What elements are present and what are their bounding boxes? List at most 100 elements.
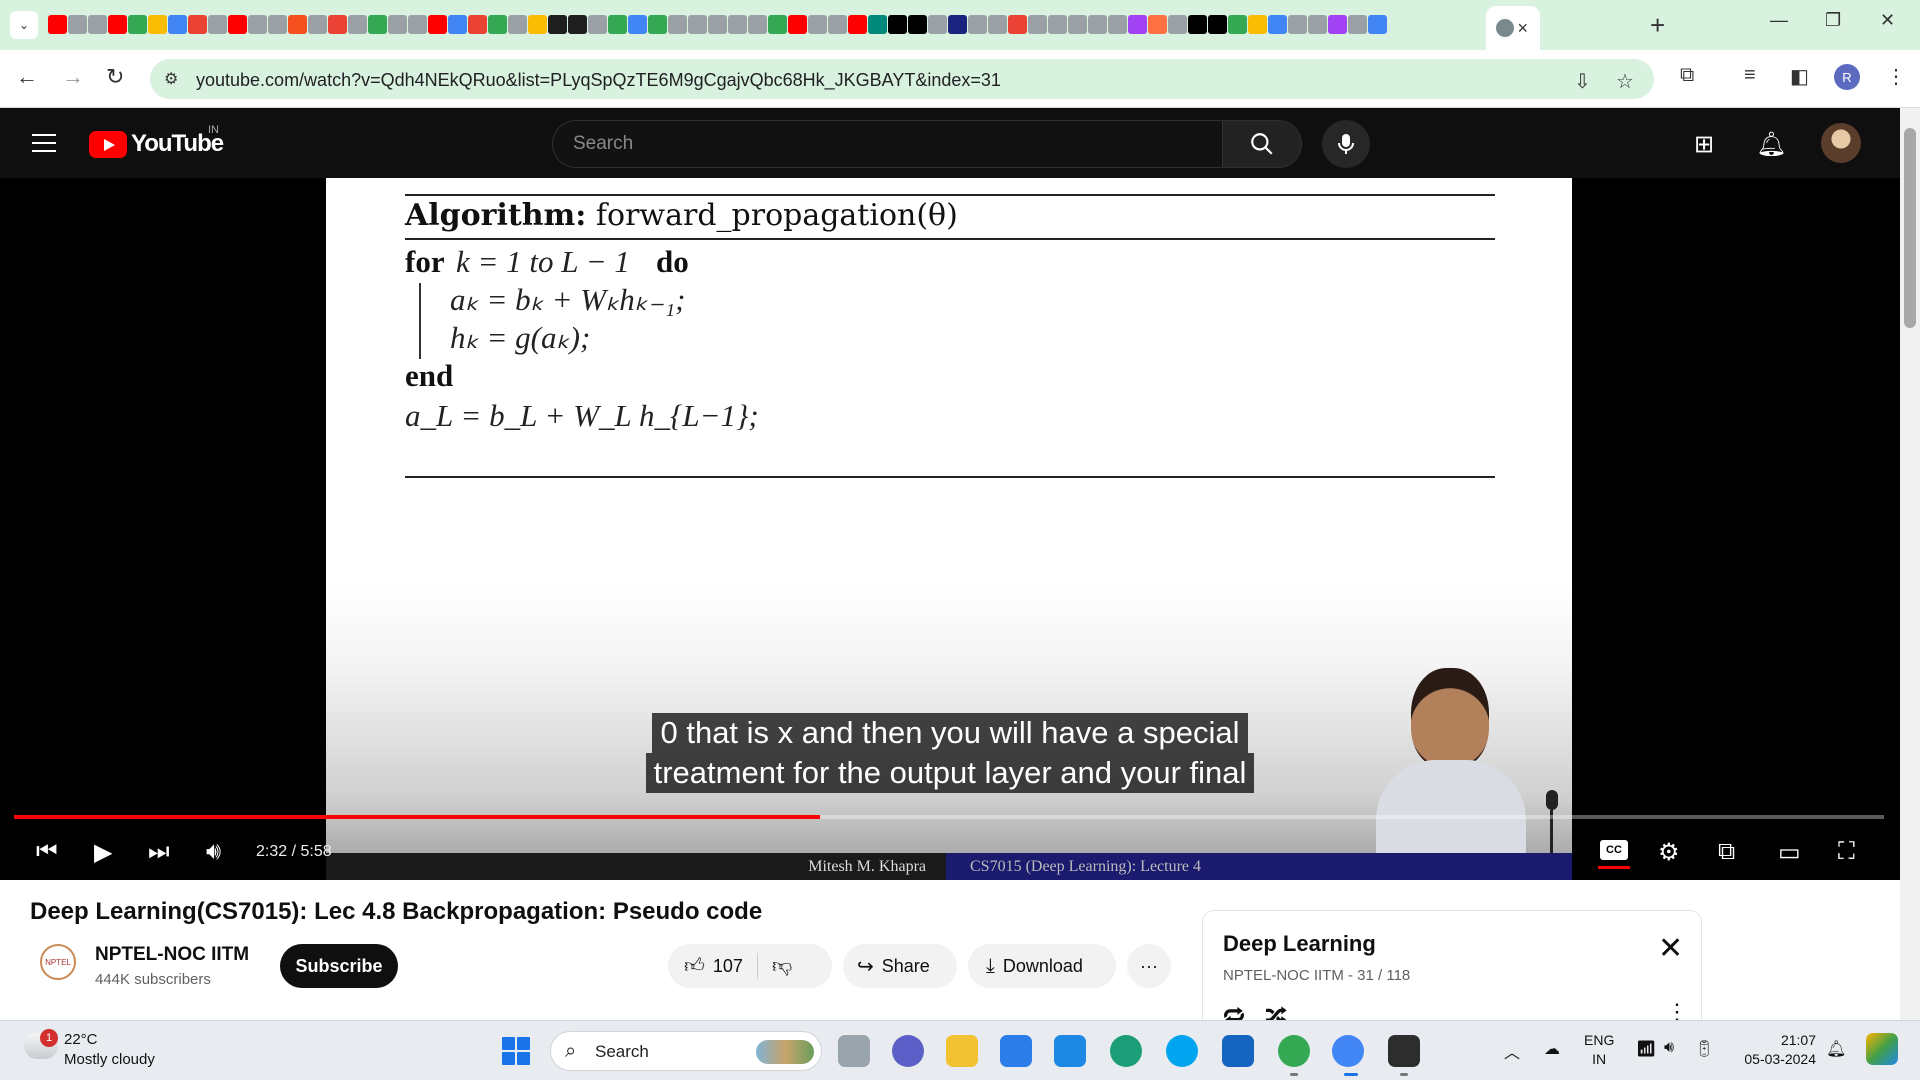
file-explorer-icon[interactable] — [946, 1035, 978, 1067]
store-icon[interactable] — [1000, 1035, 1032, 1067]
edge-browser-icon[interactable] — [1110, 1035, 1142, 1067]
video-player[interactable]: Algorithm: forward_propagation(θ) for k … — [0, 178, 1900, 880]
tab-favicon-icon[interactable] — [188, 15, 207, 34]
download-button[interactable]: ⤓ Download — [968, 944, 1116, 988]
theater-mode-icon[interactable]: ▭ — [1778, 838, 1801, 867]
tab-favicon-icon[interactable] — [1108, 15, 1127, 34]
tab-favicon-icon[interactable] — [488, 15, 507, 34]
cortana-icon[interactable] — [1166, 1035, 1198, 1067]
next-icon[interactable]: ⏭ — [148, 838, 170, 866]
account-avatar[interactable] — [1821, 123, 1861, 163]
weather-condition[interactable]: Mostly cloudy — [64, 1051, 155, 1068]
tab-favicon-icon[interactable] — [48, 15, 67, 34]
tab-favicon-icon[interactable] — [1228, 15, 1247, 34]
windows-start-icon[interactable] — [502, 1037, 530, 1065]
tab-favicon-icon[interactable] — [1048, 15, 1067, 34]
browser-menu-icon[interactable]: ⋮ — [1886, 64, 1906, 89]
tab-favicon-icon[interactable] — [148, 15, 167, 34]
tab-favicon-icon[interactable] — [1248, 15, 1267, 34]
tab-favicon-icon[interactable] — [508, 15, 527, 34]
channel-name[interactable]: NPTEL-NOC IITM — [95, 944, 249, 966]
subscribe-button[interactable]: Subscribe — [280, 944, 398, 988]
tab-favicon-icon[interactable] — [328, 15, 347, 34]
settings-gear-icon[interactable]: ⚙ — [1658, 838, 1680, 867]
tab-favicon-icon[interactable] — [88, 15, 107, 34]
tab-favicon-icon[interactable] — [1068, 15, 1087, 34]
play-icon[interactable]: ▶ — [94, 838, 112, 867]
url-text[interactable]: youtube.com/watch?v=Qdh4NEkQRuo&list=PLy… — [196, 70, 1001, 91]
wifi-icon[interactable]: 📶︎ — [1636, 1039, 1656, 1059]
tab-favicon-icon[interactable] — [748, 15, 767, 34]
tab-favicon-icon[interactable] — [948, 15, 967, 34]
chrome-profile-1-icon[interactable] — [1278, 1035, 1310, 1067]
tab-favicon-icon[interactable] — [668, 15, 687, 34]
search-button[interactable] — [1222, 120, 1302, 168]
tab-favicon-icon[interactable] — [968, 15, 987, 34]
tab-favicon-icon[interactable] — [1328, 15, 1347, 34]
profile-avatar[interactable]: R — [1834, 64, 1860, 90]
tab-favicon-icon[interactable] — [1168, 15, 1187, 34]
previous-icon[interactable]: ⏮ — [36, 838, 58, 866]
share-button[interactable]: ↪ Share — [843, 944, 957, 988]
thumbs-down-icon[interactable]: 👎︎ — [772, 954, 792, 978]
tab-favicon-icon[interactable] — [308, 15, 327, 34]
tab-favicon-icon[interactable] — [628, 15, 647, 34]
volume-icon[interactable]: 🔊︎ — [206, 838, 221, 866]
tab-favicon-icon[interactable] — [128, 15, 147, 34]
site-info-icon[interactable]: ⚙ — [164, 69, 178, 89]
guide-menu-icon[interactable] — [32, 134, 56, 158]
playlist-close-icon[interactable]: ✕ — [1658, 931, 1683, 966]
more-actions-button[interactable]: ··· — [1127, 944, 1171, 988]
teams-meet-icon[interactable] — [892, 1035, 924, 1067]
tab-favicon-icon[interactable] — [68, 15, 87, 34]
tab-favicon-icon[interactable] — [268, 15, 287, 34]
notifications-bell-icon[interactable]: 🔔︎ — [1756, 130, 1786, 159]
tab-favicon-icon[interactable] — [888, 15, 907, 34]
create-video-icon[interactable]: ⊞ — [1694, 130, 1714, 159]
playlist-title[interactable]: Deep Learning — [1223, 931, 1376, 957]
reload-icon[interactable]: ↻ — [106, 64, 124, 90]
tab-favicon-icon[interactable] — [708, 15, 727, 34]
tab-favicon-icon[interactable] — [988, 15, 1007, 34]
tab-favicon-icon[interactable] — [648, 15, 667, 34]
tab-favicon-icon[interactable] — [468, 15, 487, 34]
tab-favicon-icon[interactable] — [1288, 15, 1307, 34]
tab-favicon-icon[interactable] — [848, 15, 867, 34]
battery-icon[interactable]: 🔋︎ — [1694, 1039, 1714, 1059]
tab-favicon-icon[interactable] — [1208, 15, 1227, 34]
tab-favicon-icon[interactable] — [1028, 15, 1047, 34]
tab-favicon-icon[interactable] — [408, 15, 427, 34]
search-box[interactable] — [552, 120, 1223, 168]
extensions-icon[interactable]: ⧉ — [1680, 64, 1694, 87]
tab-favicon-icon[interactable] — [1128, 15, 1147, 34]
show-hidden-icons[interactable]: ︿ — [1504, 1039, 1520, 1063]
tab-favicon-icon[interactable] — [1148, 15, 1167, 34]
word-icon[interactable] — [1222, 1035, 1254, 1067]
copilot-icon[interactable] — [1866, 1033, 1898, 1065]
weather-temperature[interactable]: 22°C — [64, 1031, 98, 1048]
tab-favicon-icon[interactable] — [168, 15, 187, 34]
tab-favicon-icon[interactable] — [908, 15, 927, 34]
tab-favicon-icon[interactable] — [448, 15, 467, 34]
like-count[interactable]: 107 — [713, 956, 743, 977]
install-app-icon[interactable]: ⇩ — [1574, 69, 1591, 94]
tab-close-icon[interactable]: × — [1517, 18, 1528, 39]
page-scrollbar[interactable] — [1900, 108, 1920, 1020]
terminal-icon[interactable] — [1388, 1035, 1420, 1067]
tab-favicon-icon[interactable] — [928, 15, 947, 34]
notification-center-icon[interactable]: 🔔︎ — [1826, 1039, 1846, 1059]
youtube-logo[interactable]: YouTube IN — [89, 124, 224, 158]
tab-favicon-icon[interactable] — [228, 15, 247, 34]
media-control-icon[interactable]: ≡ — [1744, 64, 1756, 87]
forward-arrow-icon[interactable]: → — [62, 64, 84, 90]
taskbar-search[interactable]: ⌕ Search — [550, 1031, 822, 1071]
tab-favicon-icon[interactable] — [1088, 15, 1107, 34]
tab-favicon-icon[interactable] — [288, 15, 307, 34]
tab-favicon-icon[interactable] — [348, 15, 367, 34]
progress-bar[interactable] — [14, 815, 1884, 819]
tab-favicon-icon[interactable] — [548, 15, 567, 34]
fullscreen-icon[interactable]: ⛶ — [1838, 838, 1855, 866]
side-panel-icon[interactable]: ◧ — [1790, 64, 1809, 89]
input-language[interactable]: ENG IN — [1584, 1031, 1614, 1069]
new-tab-button[interactable]: + — [1650, 10, 1665, 41]
